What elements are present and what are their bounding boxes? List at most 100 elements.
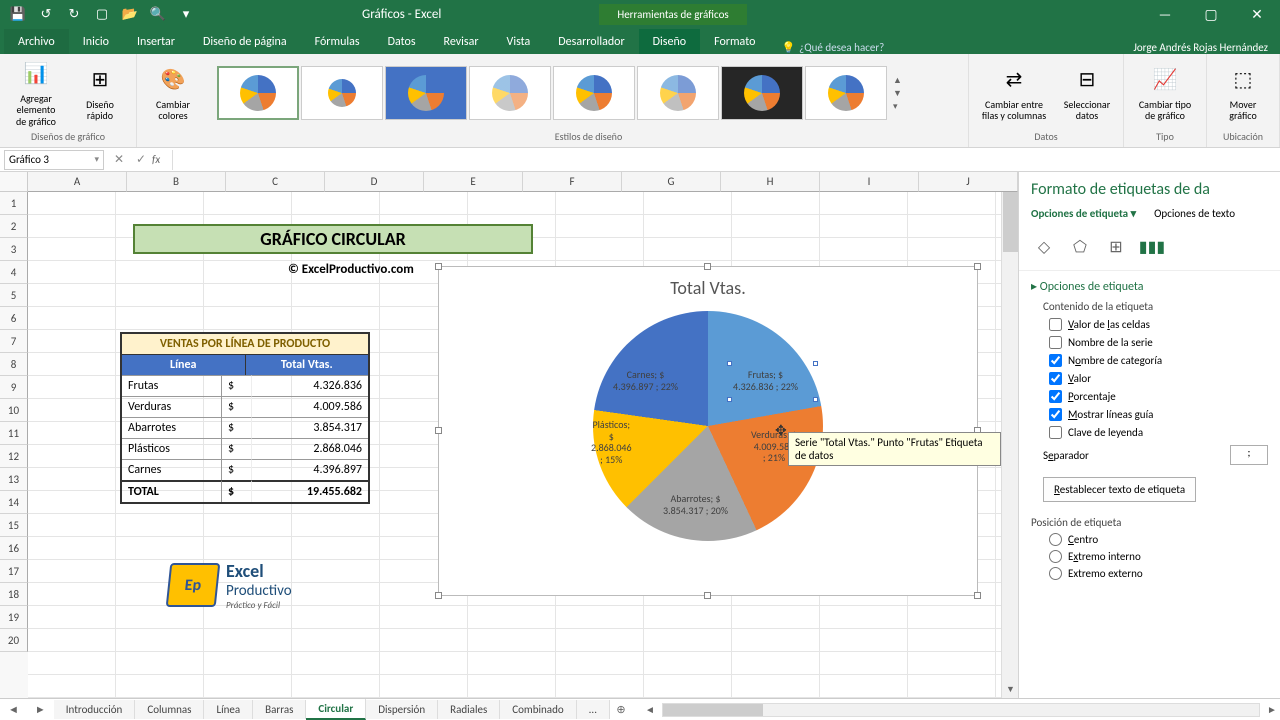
row-head[interactable]: 5: [0, 284, 28, 307]
sheet-tab[interactable]: Columnas: [135, 700, 204, 719]
col-head-J[interactable]: J: [919, 172, 1018, 192]
worksheet-grid[interactable]: A B C D E F G H I J 1 2 3 4 5 6 7 8 9 10: [0, 172, 1018, 698]
tab-format[interactable]: Formato: [700, 29, 769, 54]
col-head-C[interactable]: C: [226, 172, 325, 192]
horizontal-scrollbar[interactable]: [662, 703, 1260, 717]
sheet-tab-more[interactable]: ...: [577, 700, 610, 719]
change-colors-button[interactable]: 🎨 Cambiar colores: [143, 59, 203, 127]
col-head-B[interactable]: B: [127, 172, 226, 192]
check-leader-lines[interactable]: Mostrar líneas guía: [1049, 408, 1268, 421]
chart-style-8[interactable]: [805, 66, 887, 120]
new-sheet-icon[interactable]: ⊕: [610, 703, 632, 716]
scroll-down-icon[interactable]: ▼: [1002, 681, 1018, 698]
row-head[interactable]: 8: [0, 353, 28, 376]
row-head[interactable]: 4: [0, 261, 28, 284]
row-head[interactable]: 9: [0, 376, 28, 399]
quick-layout-button[interactable]: ⊞ Diseño rápido: [70, 59, 130, 127]
section-label-options[interactable]: ▸ Opciones de etiqueta: [1031, 279, 1268, 294]
minimize-icon[interactable]: —: [1142, 0, 1188, 28]
redo-icon[interactable]: ↻: [62, 3, 86, 25]
size-props-icon[interactable]: ⊞: [1103, 234, 1129, 260]
enter-formula-icon[interactable]: ✓: [130, 152, 152, 167]
row-head[interactable]: 10: [0, 399, 28, 422]
row-head[interactable]: 13: [0, 468, 28, 491]
qat-more-icon[interactable]: ▾: [174, 3, 198, 25]
hscroll-right-icon[interactable]: ►: [1264, 703, 1280, 716]
col-head-H[interactable]: H: [721, 172, 820, 192]
sheet-tab[interactable]: Combinado: [500, 700, 576, 719]
chart-object[interactable]: Total Vtas. Frutas; $ 4.326.836 ; 22% Ve…: [438, 266, 978, 596]
chart-style-3[interactable]: [385, 66, 467, 120]
check-percentage[interactable]: Porcentaje: [1049, 390, 1268, 403]
chart-style-4[interactable]: [469, 66, 551, 120]
sheet-tab[interactable]: Línea: [204, 700, 253, 719]
chart-title[interactable]: Total Vtas.: [439, 267, 977, 303]
formula-input[interactable]: [172, 150, 1280, 170]
tab-file[interactable]: Archivo: [4, 29, 69, 54]
row-head[interactable]: 12: [0, 445, 28, 468]
sheet-subtitle[interactable]: © ExcelProductivo.com: [288, 262, 414, 277]
switch-row-column-button[interactable]: ⇄ Cambiar entre filas y columnas: [975, 59, 1053, 127]
chart-style-7[interactable]: [721, 66, 803, 120]
row-head[interactable]: 11: [0, 422, 28, 445]
select-data-button[interactable]: ⊟ Seleccionar datos: [1057, 59, 1117, 127]
row-head[interactable]: 2: [0, 215, 28, 238]
reset-label-text-button[interactable]: Restablecer texto de etiqueta: [1043, 477, 1196, 502]
row-head[interactable]: 17: [0, 560, 28, 583]
radio-center[interactable]: Centro: [1049, 533, 1268, 546]
label-options-icon[interactable]: ▮▮▮: [1139, 234, 1165, 260]
tab-page-layout[interactable]: Diseño de página: [189, 29, 301, 54]
gallery-more-icon[interactable]: ▾: [893, 101, 909, 112]
check-category-name[interactable]: Nombre de categoría: [1049, 354, 1268, 367]
row-head[interactable]: 6: [0, 307, 28, 330]
hscroll-left-icon[interactable]: ◄: [642, 703, 658, 716]
tab-nav-prev-icon[interactable]: ◄: [0, 703, 27, 716]
sheet-tab-active[interactable]: Circular: [306, 699, 366, 720]
radio-outside-end[interactable]: Extremo externo: [1049, 567, 1268, 580]
radio-inside-end[interactable]: Extremo interno: [1049, 550, 1268, 563]
tab-insert[interactable]: Insertar: [123, 29, 189, 54]
fill-line-icon[interactable]: ◇: [1031, 234, 1057, 260]
tab-nav-next-icon[interactable]: ►: [27, 703, 54, 716]
row-head[interactable]: 14: [0, 491, 28, 514]
tab-data[interactable]: Datos: [374, 29, 430, 54]
cancel-formula-icon[interactable]: ✕: [108, 152, 130, 167]
undo-icon[interactable]: ↺: [34, 3, 58, 25]
tab-review[interactable]: Revisar: [430, 29, 493, 54]
row-head[interactable]: 19: [0, 606, 28, 629]
tab-home[interactable]: Inicio: [69, 29, 123, 54]
name-box[interactable]: Gráfico 3▾: [4, 150, 104, 170]
check-value[interactable]: Valor: [1049, 372, 1268, 385]
tab-label-options[interactable]: Opciones de etiqueta ▾: [1031, 207, 1136, 220]
tab-text-options[interactable]: Opciones de texto: [1154, 207, 1235, 220]
effects-icon[interactable]: ⬠: [1067, 234, 1093, 260]
tell-me-search[interactable]: 💡 ¿Qué desea hacer?: [769, 41, 1121, 54]
save-icon[interactable]: 💾: [6, 3, 30, 25]
user-name[interactable]: Jorge Andrés Rojas Hernández: [1121, 41, 1280, 54]
select-all-corner[interactable]: [0, 172, 28, 192]
data-label-carnes[interactable]: Carnes; $ 4.396.897 ; 22%: [613, 369, 678, 392]
gallery-up-icon[interactable]: ▲: [893, 75, 909, 86]
chart-style-6[interactable]: [637, 66, 719, 120]
col-head-D[interactable]: D: [325, 172, 424, 192]
sheet-tab[interactable]: Radiales: [438, 700, 500, 719]
tab-developer[interactable]: Desarrollador: [544, 29, 638, 54]
close-icon[interactable]: ✕: [1234, 0, 1280, 28]
data-label-frutas[interactable]: Frutas; $ 4.326.836 ; 22%: [733, 369, 798, 392]
row-head[interactable]: 16: [0, 537, 28, 560]
sheet-title-cell[interactable]: GRÁFICO CIRCULAR: [133, 224, 533, 254]
preview-icon[interactable]: 🔍: [146, 3, 170, 25]
col-head-A[interactable]: A: [28, 172, 127, 192]
chart-style-gallery[interactable]: [215, 64, 889, 122]
separator-select[interactable]: ;: [1230, 445, 1268, 465]
row-head[interactable]: 20: [0, 629, 28, 652]
col-head-E[interactable]: E: [424, 172, 523, 192]
row-head[interactable]: 1: [0, 192, 28, 215]
row-head[interactable]: 7: [0, 330, 28, 353]
maximize-icon[interactable]: ▢: [1188, 0, 1234, 28]
move-chart-button[interactable]: ⬚ Mover gráfico: [1213, 59, 1273, 127]
vertical-scrollbar[interactable]: ▲ ▼: [1001, 192, 1018, 698]
chart-style-1[interactable]: [217, 66, 299, 120]
tab-design[interactable]: Diseño: [639, 29, 700, 54]
col-head-G[interactable]: G: [622, 172, 721, 192]
